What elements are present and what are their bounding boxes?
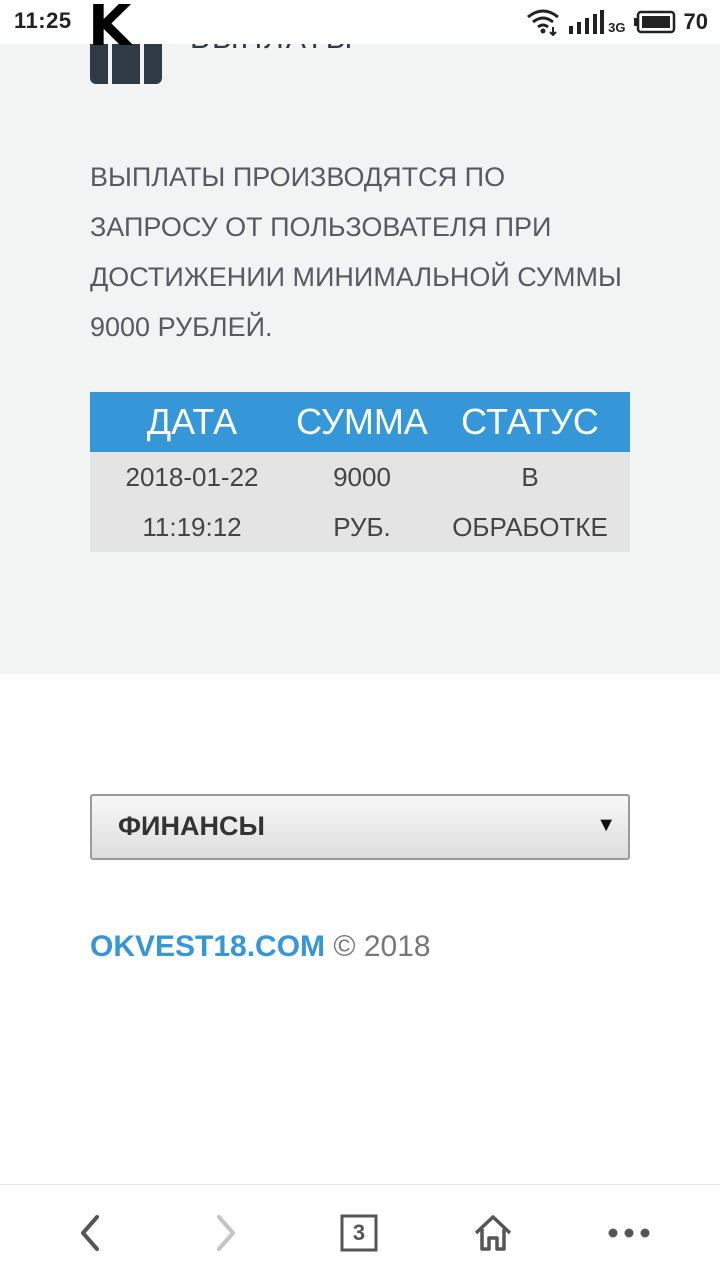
footer-site-link[interactable]: OKVEST18.COM [90, 930, 325, 963]
payouts-table: ДАТА СУММА СТАТУС 2018-01-22 11:19:12 90… [90, 392, 630, 552]
more-menu-button[interactable] [599, 1203, 659, 1263]
cell-status-line2: ОБРАБОТКЕ [452, 512, 608, 542]
page-heading: ВЫПЛАТЫ [190, 44, 410, 52]
status-bar: 11:25 K 3G 70 [0, 0, 720, 59]
network-type-label: 3G [608, 19, 626, 35]
column-header-date: ДАТА [90, 392, 294, 452]
signal-icon [569, 10, 605, 34]
cell-sum-amount: 9000 [333, 462, 391, 492]
app-notification-icon: K [88, 0, 132, 59]
battery-icon [633, 10, 675, 34]
cell-sum: 9000 РУБ. [294, 452, 430, 552]
page-heading-text: ВЫПЛАТЫ [190, 44, 354, 52]
footer: OKVEST18.COM © 2018 [90, 930, 431, 964]
cell-date-time: 11:19:12 [142, 512, 242, 542]
cell-status-line1: В [521, 462, 539, 492]
home-button[interactable] [463, 1203, 523, 1263]
battery-level: 70 [683, 9, 708, 34]
cell-status: В ОБРАБОТКЕ [430, 452, 630, 552]
chevron-down-icon: ▼ [596, 814, 616, 836]
status-indicators: 3G 70 [526, 6, 708, 38]
forward-button[interactable] [196, 1203, 256, 1263]
tabs-button[interactable]: 3 [329, 1203, 389, 1263]
content-section [0, 44, 720, 674]
column-header-sum: СУММА [294, 392, 430, 452]
more-icon [608, 1228, 650, 1238]
forward-icon [217, 1215, 235, 1251]
section-select[interactable]: ФИНАНСЫ ▼ [90, 794, 630, 860]
cell-sum-currency: РУБ. [333, 512, 391, 542]
column-header-status: СТАТУС [430, 392, 630, 452]
back-button[interactable] [60, 1203, 120, 1263]
cell-date-day: 2018-01-22 [125, 462, 259, 492]
section-select-value: ФИНАНСЫ [118, 811, 265, 841]
back-icon [81, 1215, 99, 1251]
browser-toolbar: 3 [0, 1184, 720, 1281]
table-row: 2018-01-22 11:19:12 9000 РУБ. В ОБРАБОТК… [90, 452, 630, 552]
wifi-icon [527, 9, 560, 36]
payout-info-text: ВЫПЛАТЫ ПРОИЗВОДЯТСЯ ПО ЗАПРОСУ ОТ ПОЛЬЗ… [90, 162, 622, 342]
footer-copyright: © 2018 [333, 930, 431, 963]
table-header-row: ДАТА СУММА СТАТУС [90, 392, 630, 452]
tab-count: 3 [352, 1220, 366, 1245]
status-time: 11:25 [14, 8, 72, 33]
home-icon [474, 1215, 512, 1251]
cell-date: 2018-01-22 11:19:12 [90, 452, 294, 552]
